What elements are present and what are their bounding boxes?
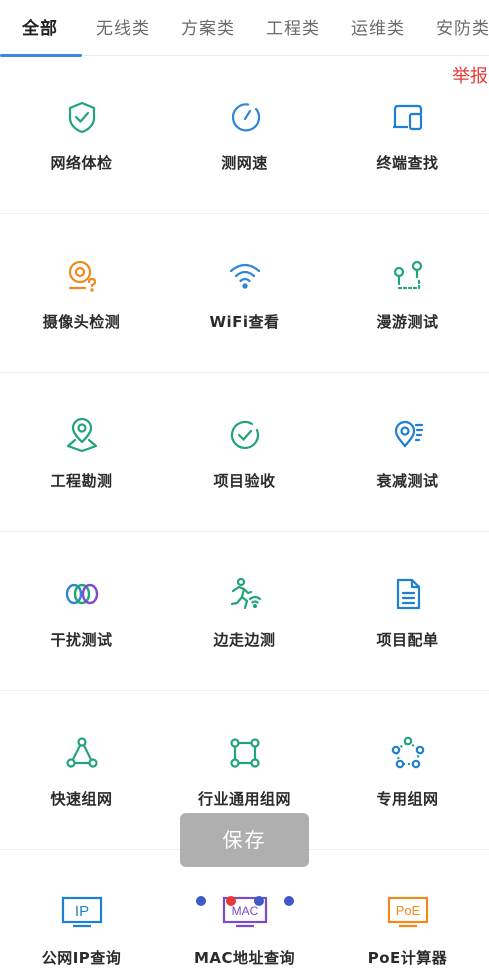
tool-public-ip-lookup[interactable]: IP 公网IP查询 bbox=[0, 851, 163, 970]
tab-engineering[interactable]: 工程类 bbox=[266, 14, 320, 42]
wifi-icon bbox=[228, 259, 262, 293]
tool-label: 行业通用组网 bbox=[197, 790, 291, 808]
interference-rings-icon bbox=[65, 577, 99, 611]
tool-project-bom[interactable]: 项目配单 bbox=[326, 533, 489, 691]
square-network-icon bbox=[228, 736, 262, 770]
tool-label: 边走边测 bbox=[213, 631, 276, 649]
tool-label: 测网速 bbox=[221, 154, 268, 172]
tool-site-survey[interactable]: 工程勘测 bbox=[0, 374, 163, 532]
speed-gauge-icon bbox=[228, 100, 262, 134]
loading-dot bbox=[196, 896, 206, 906]
tab-security[interactable]: 安防类 bbox=[436, 14, 489, 42]
tool-network-checkup[interactable]: 网络体检 bbox=[0, 56, 163, 214]
tool-label: PoE计算器 bbox=[367, 949, 448, 967]
tool-label: 工程勘测 bbox=[50, 472, 113, 490]
tool-label: MAC地址查询 bbox=[193, 949, 296, 967]
tool-label: 衰减测试 bbox=[376, 472, 439, 490]
tool-label: 终端查找 bbox=[376, 154, 439, 172]
category-tabs: 全部 无线类 方案类 工程类 运维类 安防类 bbox=[0, 0, 489, 57]
tool-quick-networking[interactable]: 快速组网 bbox=[0, 692, 163, 850]
loading-dot bbox=[226, 896, 236, 906]
tool-roaming-test[interactable]: 漫游测试 bbox=[326, 215, 489, 373]
app-page: 全部 无线类 方案类 工程类 运维类 安防类 举报 网络体检 测网速 终端查找 … bbox=[0, 0, 489, 970]
tool-label: 快速组网 bbox=[50, 790, 113, 808]
loading-dot bbox=[254, 896, 264, 906]
tool-label: 项目配单 bbox=[376, 631, 439, 649]
devices-icon bbox=[391, 100, 425, 134]
signal-pin-icon bbox=[391, 418, 425, 452]
tool-dedicated-networking[interactable]: 专用组网 bbox=[326, 692, 489, 850]
tab-all[interactable]: 全部 bbox=[22, 14, 58, 42]
tool-project-acceptance[interactable]: 项目验收 bbox=[163, 374, 326, 532]
tool-mac-lookup[interactable]: MAC MAC地址查询 bbox=[163, 851, 326, 970]
roaming-path-icon bbox=[391, 259, 425, 293]
tool-row: 网络体检 测网速 终端查找 bbox=[0, 56, 489, 214]
map-pin-icon bbox=[65, 418, 99, 452]
tool-label: 公网IP查询 bbox=[41, 949, 122, 967]
camera-question-icon bbox=[65, 259, 99, 293]
tab-solution[interactable]: 方案类 bbox=[181, 14, 235, 42]
tool-label: WiFi查看 bbox=[209, 313, 280, 331]
tool-camera-detect[interactable]: 摄像头检测 bbox=[0, 215, 163, 373]
loading-dots bbox=[196, 896, 296, 908]
tool-row: 工程勘测 项目验收 衰减测试 bbox=[0, 374, 489, 532]
tool-label: 项目验收 bbox=[213, 472, 276, 490]
tool-poe-calculator[interactable]: PoE PoE计算器 bbox=[326, 851, 489, 970]
tool-label: 专用组网 bbox=[376, 790, 439, 808]
shield-check-icon bbox=[65, 100, 99, 134]
ip-box-text: IP bbox=[74, 903, 88, 920]
tool-label: 漫游测试 bbox=[376, 313, 439, 331]
tool-label: 干扰测试 bbox=[50, 631, 113, 649]
tool-speed-test[interactable]: 测网速 bbox=[163, 56, 326, 214]
tool-attenuation-test[interactable]: 衰减测试 bbox=[326, 374, 489, 532]
document-icon bbox=[391, 577, 425, 611]
tool-walk-test[interactable]: 边走边测 bbox=[163, 533, 326, 691]
tab-wireless[interactable]: 无线类 bbox=[96, 14, 150, 42]
poe-box-text: PoE bbox=[395, 903, 420, 918]
check-circle-icon bbox=[228, 418, 262, 452]
ip-box-icon: IP bbox=[61, 895, 103, 929]
tool-row: 干扰测试 边走边测 项目配单 bbox=[0, 533, 489, 691]
save-toast: 保存 bbox=[180, 813, 309, 867]
tool-interference-test[interactable]: 干扰测试 bbox=[0, 533, 163, 691]
walking-wifi-icon bbox=[228, 577, 262, 611]
pentagon-network-icon bbox=[391, 736, 425, 770]
tool-row: IP 公网IP查询 MAC MAC地址查询 PoE PoE计算器 bbox=[0, 851, 489, 970]
loading-dot bbox=[284, 896, 294, 906]
tool-row: 摄像头检测 WiFi查看 漫游测试 bbox=[0, 215, 489, 373]
tool-label: 网络体检 bbox=[50, 154, 113, 172]
tab-operations[interactable]: 运维类 bbox=[351, 14, 405, 42]
poe-box-icon: PoE bbox=[387, 895, 429, 929]
triangle-network-icon bbox=[65, 736, 99, 770]
tool-label: 摄像头检测 bbox=[42, 313, 121, 331]
tool-wifi-view[interactable]: WiFi查看 bbox=[163, 215, 326, 373]
tool-terminal-finder[interactable]: 终端查找 bbox=[326, 56, 489, 214]
